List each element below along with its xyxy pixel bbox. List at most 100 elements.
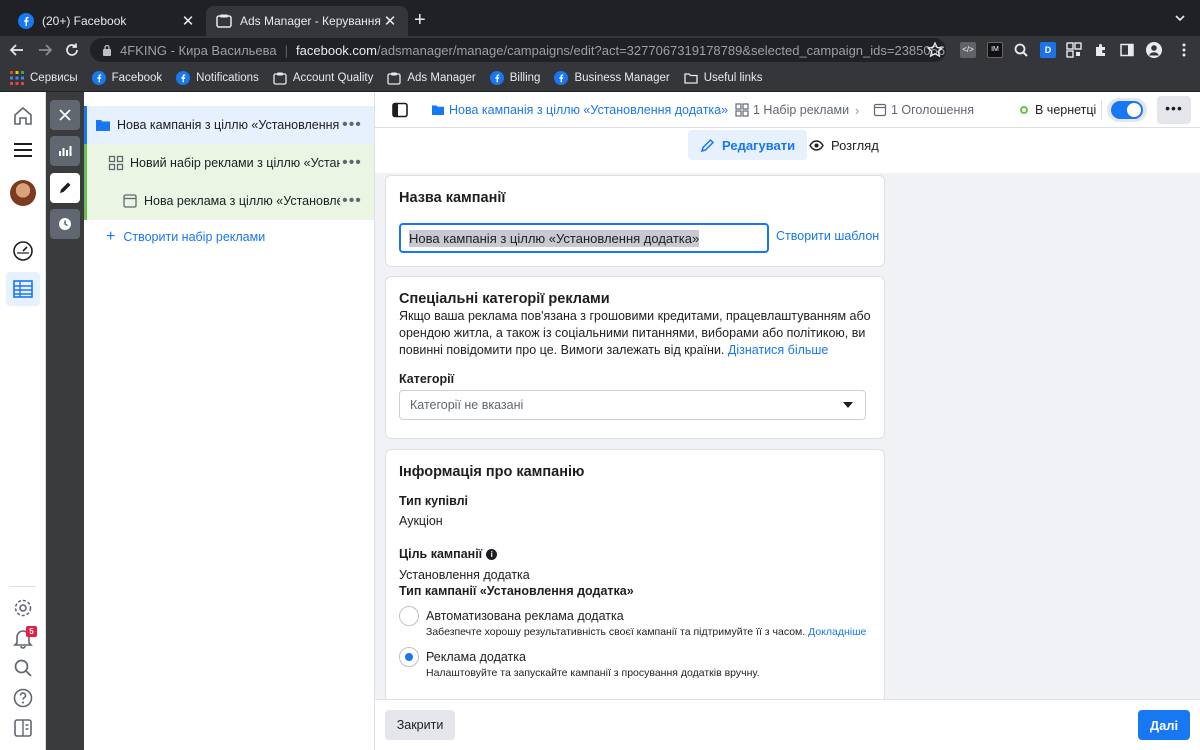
radio-automated-app-ads[interactable] [399, 606, 419, 626]
chevron-right-icon: › [717, 103, 722, 118]
facebook-icon [176, 70, 191, 85]
facebook-icon [554, 70, 569, 85]
edit-mode-tab[interactable]: Редагувати [688, 130, 808, 160]
more-options-icon[interactable]: ••• [340, 117, 364, 133]
extension-qr-icon[interactable] [1066, 42, 1082, 58]
bookmark-services[interactable]: Сервисы [10, 70, 78, 85]
review-mode-tab[interactable]: Розгляд [799, 130, 889, 160]
address-separator: | [284, 42, 289, 58]
objective-label: Ціль кампанії [399, 547, 483, 561]
charts-button[interactable] [50, 136, 80, 166]
report-panel-icon[interactable] [12, 717, 34, 739]
close-tab-icon[interactable]: ✕ [180, 12, 196, 30]
browser-menu-icon[interactable] [1176, 42, 1192, 58]
bookmark-notifications[interactable]: Notifications [176, 70, 259, 85]
new-tab-button[interactable]: + [414, 8, 426, 32]
profile-label: 4FKING - Кира Васильева [120, 42, 277, 58]
special-categories-card: Спеціальні категорії реклами Якщо ваша р… [385, 276, 885, 439]
facebook-icon [489, 70, 504, 85]
option-app-ads-title: Реклама додатка [426, 650, 526, 664]
extensions-puzzle-icon[interactable] [1093, 42, 1109, 58]
bookmark-star-icon[interactable] [926, 41, 944, 59]
buying-type-value: Аукціон [399, 514, 443, 528]
campaign-name-heading: Назва кампанії [399, 190, 506, 206]
more-actions-button[interactable]: ••• [1157, 96, 1191, 124]
folder-icon [432, 105, 444, 115]
draft-status-dot-icon [1020, 106, 1028, 114]
categories-label: Категорії [399, 372, 455, 386]
sidebar-toggle-icon[interactable] [391, 101, 409, 119]
more-options-icon[interactable]: ••• [340, 193, 364, 209]
browser-tab-facebook[interactable]: (20+) Facebook ✕ [8, 6, 206, 36]
help-icon[interactable] [12, 687, 34, 709]
topbar-divider [1101, 100, 1102, 120]
ad-card-icon [123, 194, 137, 208]
extension-search-icon[interactable] [1013, 42, 1029, 58]
search-icon[interactable] [12, 657, 34, 679]
breadcrumb-adsets-label: 1 Набір реклами [753, 103, 850, 117]
back-icon[interactable] [8, 41, 26, 59]
bookmark-label: Facebook [111, 71, 163, 84]
browser-tab-ads-manager[interactable]: Ads Manager - Керування рек ✕ [206, 6, 408, 36]
bookmark-facebook[interactable]: Facebook [91, 70, 163, 85]
settings-gear-icon[interactable] [12, 597, 34, 619]
close-editor-button[interactable] [50, 100, 80, 130]
history-button[interactable] [50, 209, 80, 239]
extension-blue-icon[interactable]: D [1040, 42, 1056, 58]
forward-icon[interactable] [36, 41, 54, 59]
option-automated-title: Автоматизована реклама додатка [426, 609, 624, 623]
special-categories-heading: Спеціальні категорії реклами [399, 291, 610, 307]
tab-title: Ads Manager - Керування рек [240, 14, 382, 28]
notification-count-badge: 5 [26, 626, 37, 637]
breadcrumb-adsets[interactable]: 1 Набір реклами [735, 92, 849, 128]
eye-icon [809, 139, 824, 151]
tree-item-campaign[interactable]: Нова кампанія з ціллю «Установлення дода… [84, 106, 374, 144]
ads-manager-table-icon[interactable] [12, 278, 34, 300]
create-template-link[interactable]: Створити шаблон [776, 229, 879, 243]
bookmark-business-manager[interactable]: Business Manager [554, 70, 670, 85]
extension-devtools-icon[interactable]: </> [960, 42, 976, 58]
campaign-name-input[interactable]: Нова кампанія з ціллю «Установлення дода… [399, 223, 769, 253]
next-button[interactable]: Далі [1138, 710, 1190, 740]
bookmark-ads-manager[interactable]: Ads Manager [387, 71, 476, 85]
toggle-track [1111, 101, 1143, 119]
editor-footer: Закрити Далі [375, 699, 1200, 750]
create-adset-label: Створити набір реклами [123, 230, 266, 244]
edit-mode-button[interactable] [50, 173, 80, 203]
campaign-name-value: Нова кампанія з ціллю «Установлення дода… [409, 229, 700, 247]
draft-status-label: В чернетці [1035, 103, 1097, 117]
learn-more-link[interactable]: Дізнатися більше [728, 343, 828, 357]
close-button[interactable]: Закрити [385, 710, 455, 740]
campaign-on-off-toggle[interactable] [1107, 98, 1147, 122]
create-adset-link[interactable]: + Створити набір реклами [106, 229, 266, 245]
more-options-icon[interactable]: ••• [340, 155, 364, 171]
tree-item-ad[interactable]: Нова реклама з ціллю «Установлення додат… [84, 182, 374, 220]
side-panel-icon[interactable] [1119, 42, 1135, 58]
tree-item-adset[interactable]: Новий набір реклами з ціллю «Установленн… [84, 144, 374, 182]
reload-icon[interactable] [63, 41, 81, 59]
bookmark-label: Ads Manager [407, 71, 476, 84]
dashboard-gauge-icon[interactable] [12, 240, 34, 262]
campaign-structure-tree: Нова кампанія з ціллю «Установлення дода… [84, 92, 375, 750]
info-icon[interactable]: i [486, 549, 498, 561]
details-link[interactable]: Докладніше [808, 626, 866, 638]
browser-toolbar: 4FKING - Кира Васильева | facebook.com /… [0, 36, 1200, 64]
breadcrumb-campaign[interactable]: Нова кампанія з ціллю «Установлення дода… [431, 92, 728, 128]
bookmark-label: Billing [509, 71, 541, 84]
tab-search-chevron-icon[interactable] [1174, 12, 1186, 24]
bookmark-useful-links[interactable]: Useful links [684, 71, 763, 85]
menu-icon[interactable] [12, 139, 34, 161]
close-tab-icon[interactable]: ✕ [382, 12, 398, 30]
categories-dropdown[interactable]: Категорії не вказані [399, 390, 866, 420]
radio-app-ads[interactable] [399, 647, 419, 667]
bookmark-billing[interactable]: Billing [489, 70, 541, 85]
address-bar[interactable]: 4FKING - Кира Васильева | facebook.com /… [90, 38, 946, 62]
avatar[interactable] [10, 180, 36, 206]
bookmark-account-quality[interactable]: Account Quality [273, 71, 373, 85]
home-icon[interactable] [12, 105, 34, 127]
breadcrumb-ads[interactable]: 1 Оголошення [873, 92, 974, 128]
extension-im-icon[interactable]: IM [987, 42, 1003, 58]
profile-avatar-icon[interactable] [1146, 42, 1162, 58]
breadcrumb-campaign-label: Нова кампанія з ціллю «Установлення дода… [449, 103, 729, 117]
campaign-name-card: Назва кампанії Нова кампанія з ціллю «Ус… [385, 175, 885, 267]
